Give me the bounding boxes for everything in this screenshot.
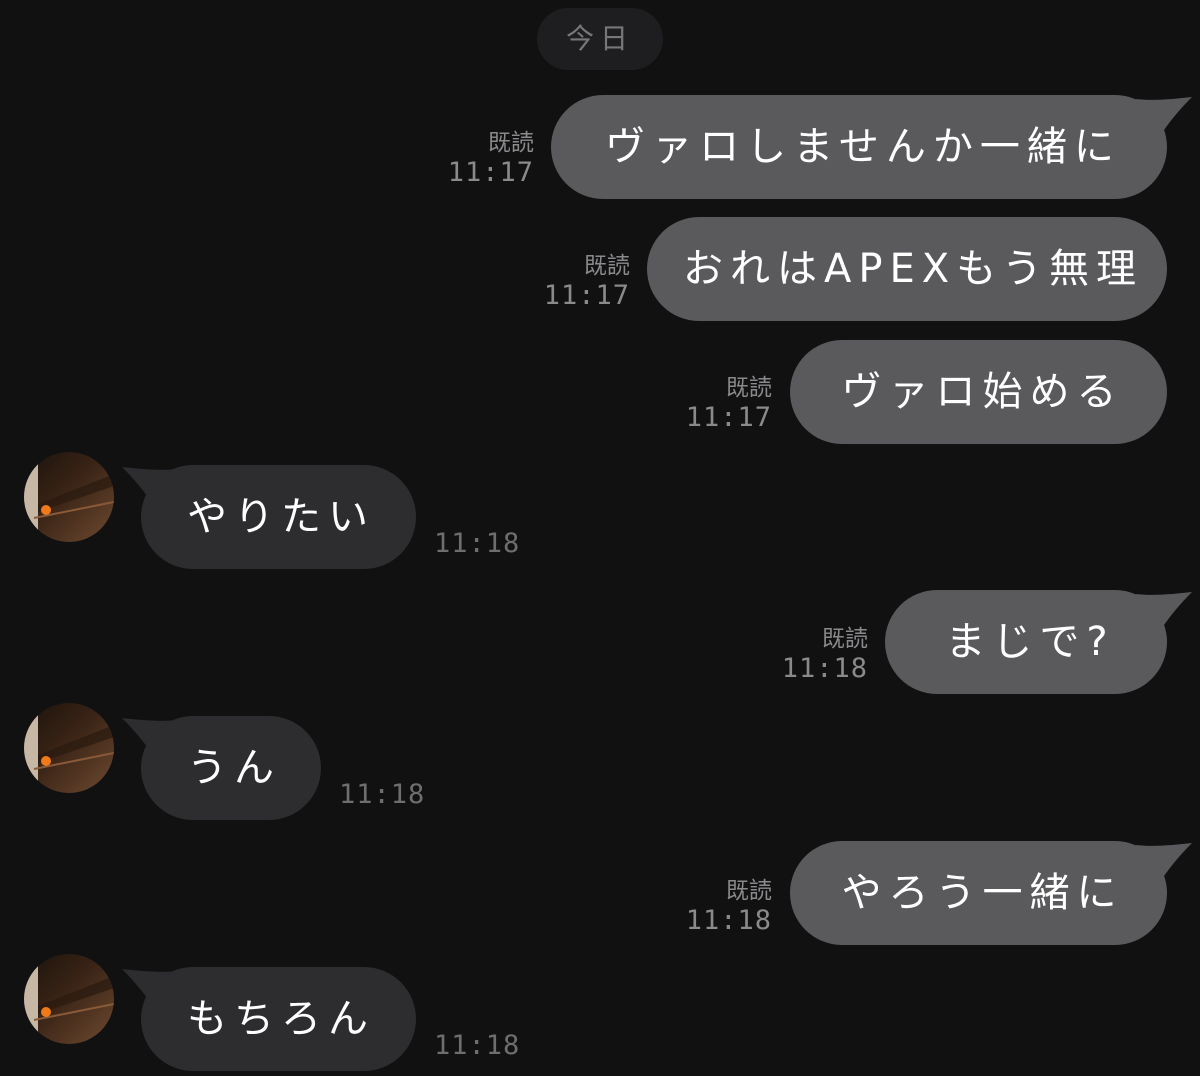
contact-avatar[interactable] — [24, 452, 114, 542]
read-receipt: 既読 — [488, 130, 534, 156]
read-receipt: 既読 — [822, 626, 868, 652]
received-message-bubble[interactable]: うん — [141, 716, 321, 820]
received-message-bubble[interactable]: やりたい — [141, 465, 416, 569]
read-receipt: 既読 — [726, 375, 772, 401]
message-time: 11:18 — [781, 653, 868, 684]
message-time: 11:17 — [543, 280, 630, 311]
sent-message-bubble[interactable]: まじで? — [885, 590, 1167, 694]
message-time: 11:18 — [434, 1030, 521, 1061]
message-time: 11:18 — [339, 779, 426, 810]
message-meta: 既読 11:17 — [686, 373, 772, 433]
message-meta: 既読 11:18 — [782, 624, 868, 684]
message-time: 11:17 — [447, 157, 534, 188]
avatar-photo-icon — [24, 452, 114, 542]
message-time: 11:18 — [434, 528, 521, 559]
sent-message-bubble[interactable]: やろう一緒に — [790, 841, 1167, 945]
message-meta: 既読 11:17 — [448, 128, 534, 188]
contact-avatar[interactable] — [24, 954, 114, 1044]
sent-message-bubble[interactable]: おれはAPEXもう無理 — [647, 217, 1167, 321]
chat-screen: { "date_divider": "今日", "messages": [ {"… — [0, 0, 1200, 1076]
avatar-photo-icon — [24, 703, 114, 793]
avatar-photo-icon — [24, 954, 114, 1044]
message-meta: 既読 11:17 — [544, 251, 630, 311]
message-meta: 既読 11:18 — [686, 876, 772, 936]
sent-message-bubble[interactable]: ヴァロ始める — [790, 340, 1167, 444]
read-receipt: 既読 — [584, 253, 630, 279]
message-time: 11:17 — [685, 402, 772, 433]
message-time: 11:18 — [685, 905, 772, 936]
contact-avatar[interactable] — [24, 703, 114, 793]
date-divider: 今日 — [537, 8, 663, 70]
read-receipt: 既読 — [726, 878, 772, 904]
sent-message-bubble[interactable]: ヴァロしませんか一緒に — [551, 95, 1167, 199]
received-message-bubble[interactable]: もちろん — [141, 967, 416, 1071]
